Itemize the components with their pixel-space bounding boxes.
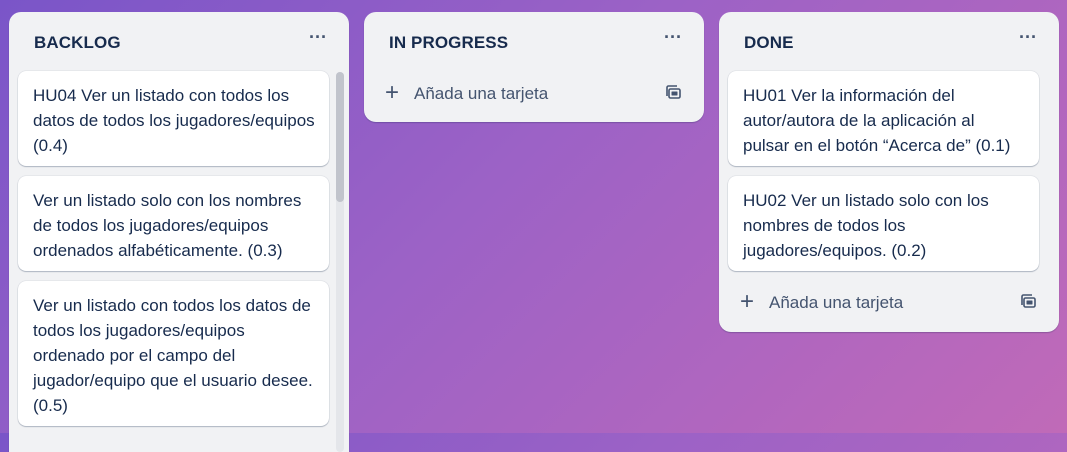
plus-icon: + [385,79,400,106]
card[interactable]: Ver un listado con todos los datos de to… [18,281,329,426]
list-header: DONE ··· [719,12,1059,70]
list-scrollbar[interactable] [336,72,344,452]
add-card-label: Añada una tarjeta [414,84,549,103]
plus-icon: + [740,288,755,315]
list-header: IN PROGRESS ··· [364,12,704,70]
scrollbar-thumb[interactable] [336,72,344,202]
list-done: DONE ··· HU01 Ver la información del aut… [719,12,1059,332]
card-list: HU04 Ver un listado con todos los datos … [18,71,329,436]
list-menu-button[interactable]: ··· [662,28,684,52]
list-title[interactable]: DONE [744,33,794,53]
add-card-label: Añada una tarjeta [769,293,904,312]
list-in-progress: IN PROGRESS ··· + Añada una tarjeta [364,12,704,122]
list-title[interactable]: BACKLOG [34,33,121,53]
card[interactable]: HU02 Ver un listado solo con los nombres… [728,176,1039,271]
card[interactable]: Ver un listado solo con los nombres de t… [18,176,329,271]
card[interactable]: HU04 Ver un listado con todos los datos … [18,71,329,166]
card-template-icon[interactable] [665,84,683,102]
board: BACKLOG ··· HU04 Ver un listado con todo… [0,0,1067,452]
list-header: BACKLOG ··· [9,12,349,70]
add-card-button[interactable]: + Añada una tarjeta [373,78,695,110]
card-list: HU01 Ver la información del autor/autora… [728,71,1039,281]
card[interactable]: HU01 Ver la información del autor/autora… [728,71,1039,166]
add-card-button[interactable]: + Añada una tarjeta [728,287,1050,319]
list-backlog: BACKLOG ··· HU04 Ver un listado con todo… [9,12,349,452]
list-title[interactable]: IN PROGRESS [389,33,508,53]
list-menu-button[interactable]: ··· [307,28,329,52]
card-template-icon[interactable] [1020,293,1038,311]
list-menu-button[interactable]: ··· [1017,28,1039,52]
